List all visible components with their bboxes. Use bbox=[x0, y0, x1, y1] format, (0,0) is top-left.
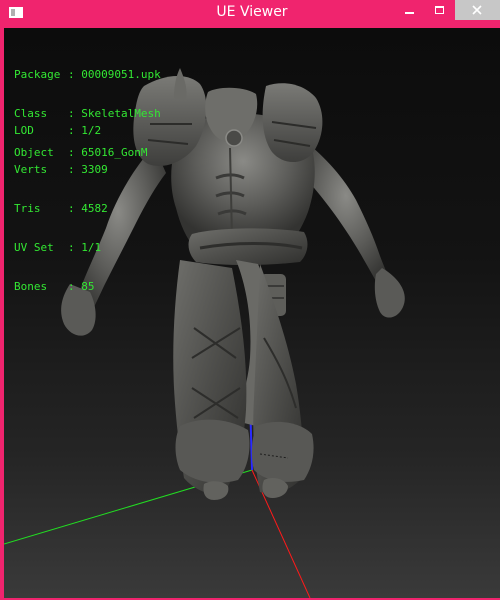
maximize-icon bbox=[435, 6, 444, 14]
app-window: UE Viewer Package: 00009051.upk Class:… bbox=[0, 0, 500, 600]
title-bar[interactable]: UE Viewer bbox=[2, 0, 500, 28]
close-icon bbox=[472, 5, 482, 15]
3d-viewport[interactable]: Package: 00009051.upk Class: SkeletalMes… bbox=[4, 28, 500, 598]
maximize-button[interactable] bbox=[425, 0, 455, 20]
info-row-verts: Verts: 3309 bbox=[14, 163, 108, 176]
info-row-package: Package: 00009051.upk bbox=[14, 68, 161, 81]
info-row-tris: Tris: 4582 bbox=[14, 202, 108, 215]
close-button[interactable] bbox=[455, 0, 500, 20]
info-row-bones: Bones: 85 bbox=[14, 280, 95, 293]
mesh-info-panel: LOD: 1/2 Verts: 3309 Tris: 4582 UV Set: … bbox=[14, 98, 108, 319]
info-row-lod: LOD: 1/2 bbox=[14, 124, 102, 137]
minimize-button[interactable] bbox=[395, 0, 425, 20]
minimize-icon bbox=[405, 12, 414, 14]
info-row-uvset: UV Set: 1/1 bbox=[14, 241, 102, 254]
